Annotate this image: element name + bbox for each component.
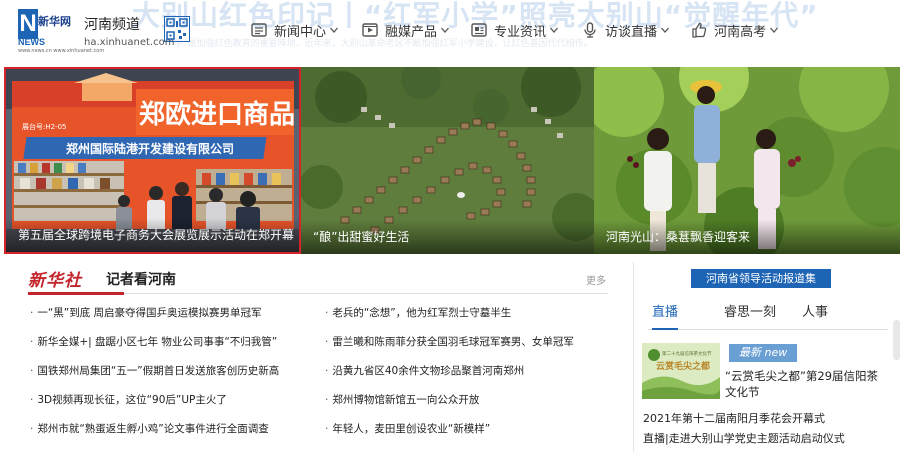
main-nav: 新闻中心 融媒产品 专业资讯 访谈直播 河南高考 [250,18,779,42]
nav-label: 新闻中心 [274,24,327,40]
hero-card-mulberry[interactable]: 河南光山：桑葚飘香迎客来 [594,67,900,254]
live-list: 2021年第十二届南阳月季花会开幕式 直播|走进大别山学党史主题活动启动仪式 [643,412,845,452]
booth-company-text: 郑州国际陆港开发建设有限公司 [66,141,234,156]
info-icon [471,23,487,37]
xinhua-section-logo: 新华社 [28,271,82,291]
live-list-item[interactable]: 直播|走进大别山学党史主题活动启动仪式 [643,432,845,452]
microphone-icon [584,22,596,38]
nav-label: 访谈直播 [605,24,658,40]
thumb-up-icon [692,22,707,38]
chevron-down-icon [550,27,559,33]
chevron-down-icon [330,27,339,33]
section-title[interactable]: 记者看河南 [106,269,176,289]
reporters-section: 新华社 记者看河南 更多 一“黑”到底 周启豪夺得国乒奥运模拟赛男单冠军 新华全… [0,254,620,452]
chevron-down-icon [661,27,670,33]
live-list-item[interactable]: 2021年第十二届南阳月季花会开幕式 [643,412,845,432]
media-product-icon [362,23,378,37]
channel-url: ha.xinhuanet.com [84,37,175,48]
more-link[interactable]: 更多 [586,272,606,287]
latest-badge: 最新 new [729,344,798,362]
news-list-right: 老兵的“念想”，他为红军烈士守墓半生 雷兰曦和陈雨菲分获全国羽毛球冠军赛男、女单… [325,306,574,451]
tea-festival-thumbnail: 第二十九届信阳茶文化节 云赏毛尖之都 [642,343,720,399]
page: 大别山红色印记丨“红军小学”照亮大别山“觉醒年代” 小学”是加强红色教育的重要阵… [0,0,900,452]
tab-live[interactable]: 直播 [652,300,679,330]
section-header: 新华社 记者看河南 更多 [28,266,608,295]
section-title-underline [28,292,124,295]
news-item[interactable]: 一“黑”到底 周启豪夺得国乒奥运模拟赛男单冠军 [30,306,279,335]
nav-news-center[interactable]: 新闻中心 [250,18,339,42]
feature-title[interactable]: “云赏毛尖之都”第29届信阳茶文化节 [725,368,885,400]
news-item[interactable]: 雷兰曦和陈雨菲分获全国羽毛球冠军赛男、女单冠军 [325,335,574,364]
news-list-left: 一“黑”到底 周启豪夺得国乒奥运模拟赛男单冠军 新华全媒+| 盘踞小区七年 物业… [30,306,279,451]
hero-gallery: 郑欧进口商品 展台号:H2-05 郑州国际陆港开发建设有限公司 第五届全球跨境电… [0,67,900,254]
chevron-down-icon [441,27,450,33]
svg-text:云赏毛尖之都: 云赏毛尖之都 [656,360,710,372]
hero-caption: “酿”出甜蜜好生活 [301,220,594,254]
news-item[interactable]: 新华全媒+| 盘踞小区七年 物业公司事事“不归我管” [30,335,279,364]
news-item[interactable]: 国铁郑州局集团“五一”假期首日发送旅客创历史新高 [30,364,279,393]
news-item[interactable]: 郑州博物馆新馆五一向公众开放 [325,393,574,422]
channel-title: 河南频道 [84,17,140,33]
side-tabs: 直播 睿思一刻 人事 [648,300,888,330]
booth-sign-text: 郑欧进口商品 [139,99,295,130]
tab-personnel[interactable]: 人事 [802,300,828,330]
news-item[interactable]: 郑州市就“熟蛋返生孵小鸡”论文事件进行全面调查 [30,422,279,451]
svg-text:第二十九届信阳茶文化节: 第二十九届信阳茶文化节 [662,350,712,357]
nav-media-products[interactable]: 融媒产品 [361,18,450,42]
qr-code-icon[interactable] [164,16,190,42]
logo-cn-text: 新华网 [38,15,71,28]
column-divider [633,262,634,452]
hero-caption: 第五届全球跨境电子商务大会展览展示活动在郑开幕 [6,218,299,252]
feature-thumbnail[interactable]: 第二十九届信阳茶文化节 云赏毛尖之都 [642,343,720,399]
nav-professional-info[interactable]: 专业资讯 [470,18,559,42]
hero-card-honey[interactable]: “酿”出甜蜜好生活 [301,67,594,254]
hero-card-expo[interactable]: 郑欧进口商品 展台号:H2-05 郑州国际陆港开发建设有限公司 第五届全球跨境电… [4,67,301,254]
booth-number-text: 展台号:H2-05 [22,122,67,131]
news-item[interactable]: 老兵的“念想”，他为红军烈士守墓半生 [325,306,574,335]
logo-url-text: www.news.cn www.xinhuanet.com [18,48,105,54]
xinhua-logo[interactable]: N 新华网 NEWS www.news.cn www.xinhuanet.com [18,9,104,54]
nav-henan-gaokao[interactable]: 河南高考 [690,18,779,42]
logo-n-mark: N [18,9,38,39]
hero-caption: 河南光山：桑葚飘香迎客来 [594,220,900,254]
logo-news-text: NEWS [18,37,45,47]
news-item[interactable]: 沿黄九省区40余件文物珍品聚首河南郑州 [325,364,574,393]
news-item[interactable]: 年轻人，麦田里创设农业“新模样” [325,422,574,451]
channel-block[interactable]: 河南频道 ha.xinhuanet.com [84,14,174,48]
nav-label: 河南高考 [714,24,767,40]
scrollbar-thumb[interactable] [893,320,900,360]
news-center-icon [251,23,267,37]
site-header: 大别山红色印记丨“红军小学”照亮大别山“觉醒年代” 小学”是加强红色教育的重要阵… [0,0,900,62]
leaders-reports-button[interactable]: 河南省领导活动报道集 [691,269,831,288]
tab-insight-moment[interactable]: 睿思一刻 [724,300,776,330]
nav-label: 融媒产品 [385,24,438,40]
news-item[interactable]: 3D视频再现长征，这位“90后”UP主火了 [30,393,279,422]
chevron-down-icon [770,27,779,33]
nav-label: 专业资讯 [494,24,547,40]
nav-interview-live[interactable]: 访谈直播 [581,18,670,42]
